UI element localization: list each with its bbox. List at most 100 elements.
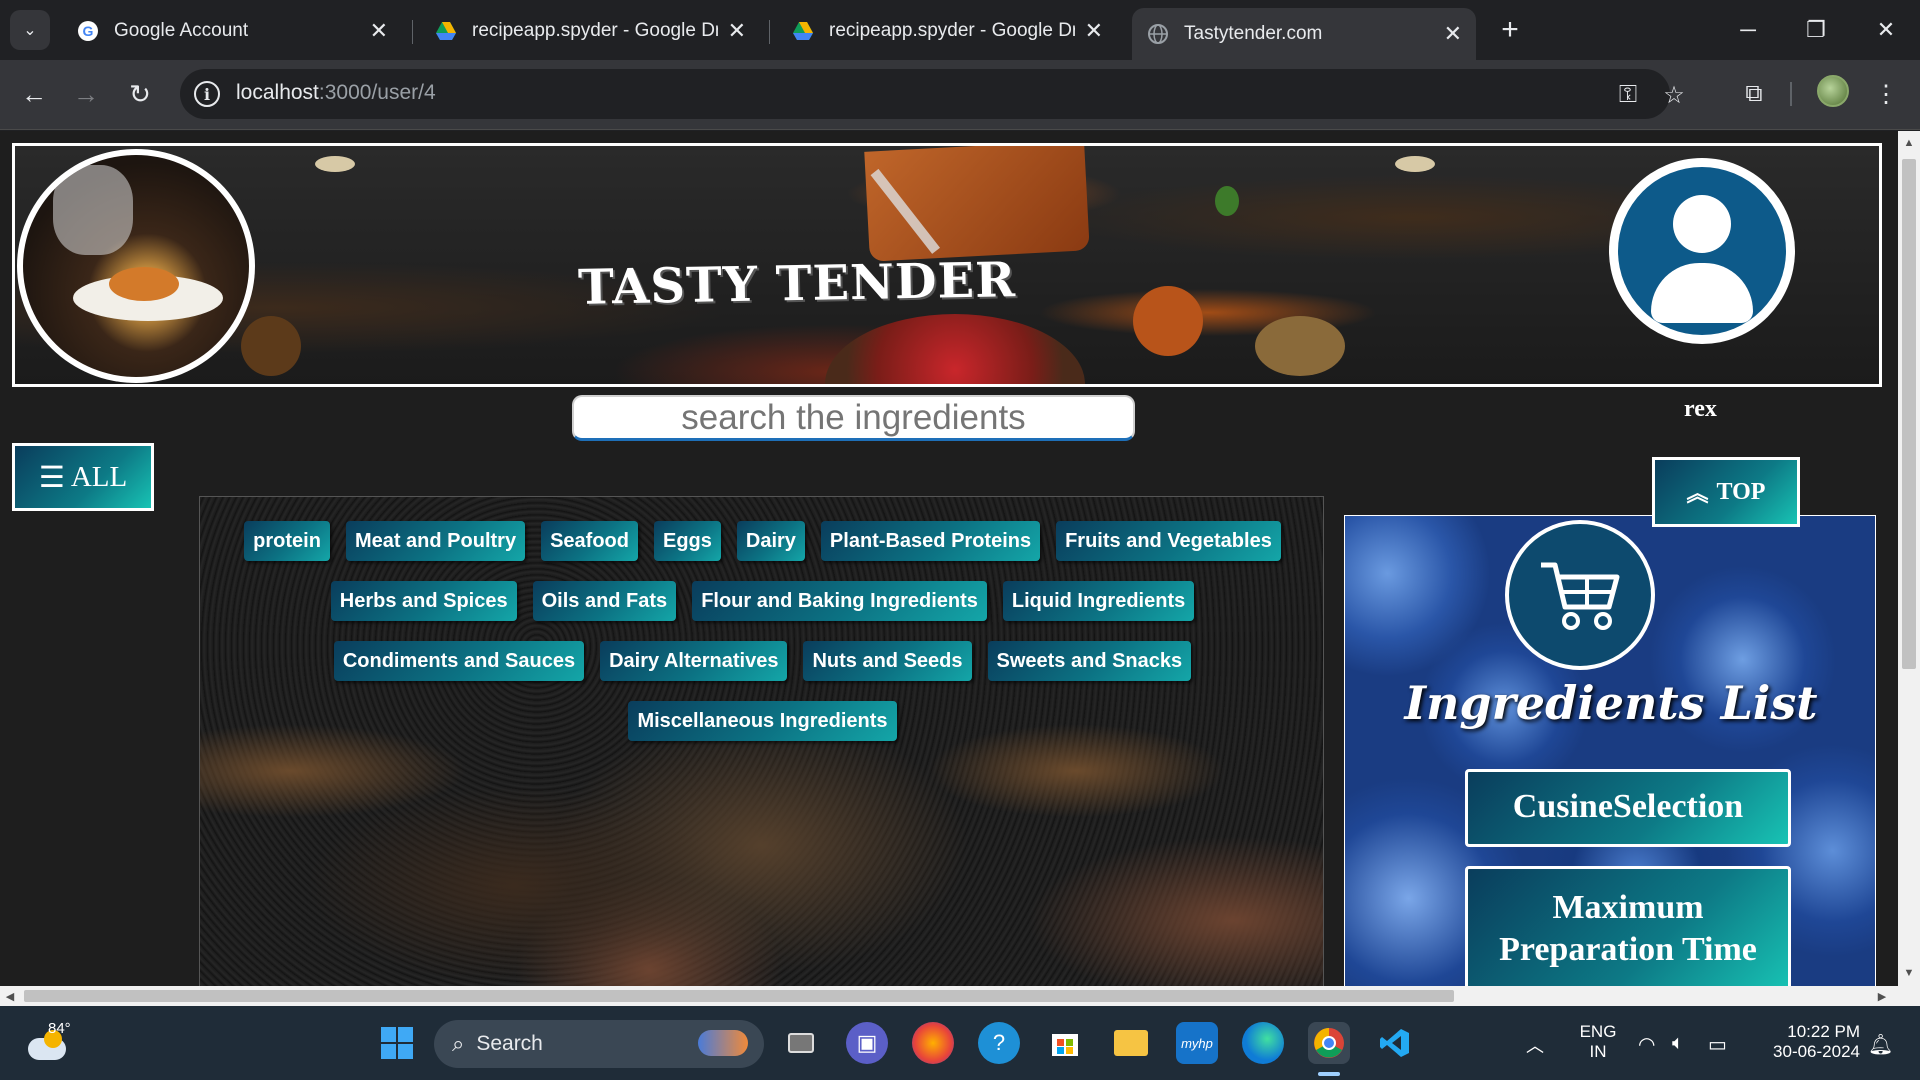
category-button[interactable]: Oils and Fats <box>532 581 677 621</box>
file-explorer-icon[interactable] <box>1110 1022 1152 1064</box>
category-button[interactable]: Fruits and Vegetables <box>1056 521 1281 561</box>
edge-icon[interactable] <box>1242 1022 1284 1064</box>
tab-title: Tastytender.com <box>1184 23 1323 44</box>
category-button[interactable]: protein <box>244 521 330 561</box>
language-indicator[interactable]: ENG IN <box>1578 1022 1618 1062</box>
category-button[interactable]: Eggs <box>653 521 721 561</box>
category-button[interactable]: Plant-Based Proteins <box>820 521 1041 561</box>
chef-logo-image <box>17 149 255 383</box>
cuisine-selection-button[interactable]: CusineSelection <box>1465 769 1791 847</box>
notification-bell-icon[interactable]: 🔔︎ <box>1868 1032 1893 1057</box>
extensions-puzzle-icon[interactable]: ⧉ <box>1736 76 1772 112</box>
weather-widget[interactable]: 84° <box>24 1020 94 1068</box>
vscode-icon[interactable] <box>1374 1022 1416 1064</box>
close-window-button[interactable]: ✕ <box>1856 8 1916 52</box>
teams-chat-icon[interactable]: ▣ <box>846 1022 888 1064</box>
minimize-button[interactable]: ─ <box>1718 8 1778 52</box>
hamburger-icon: ☰ <box>38 461 65 494</box>
drive-icon <box>791 19 815 43</box>
active-app-indicator <box>1318 1072 1340 1076</box>
ingredient-search-input[interactable] <box>572 395 1135 441</box>
windows-icon <box>381 1027 413 1059</box>
close-icon[interactable]: ✕ <box>1085 18 1103 44</box>
max-prep-time-button[interactable]: Maximum Preparation Time <box>1465 866 1791 986</box>
double-chevron-up-icon: ︽ <box>1686 481 1709 506</box>
user-avatar[interactable] <box>1609 158 1795 344</box>
tab-search-button[interactable]: ⌄ <box>10 10 50 50</box>
arrow-right-icon: → <box>73 78 99 109</box>
new-tab-button[interactable]: + <box>1492 12 1528 48</box>
shopping-cart-icon[interactable] <box>1505 520 1655 670</box>
clock[interactable]: 10:22 PM 30-06-2024 <box>1760 1022 1860 1062</box>
tab-drive-2[interactable]: recipeapp.spyder - Google Drive ✕ <box>777 8 1117 54</box>
close-icon[interactable]: ✕ <box>728 18 746 44</box>
get-help-icon[interactable]: ? <box>978 1022 1020 1064</box>
restore-button[interactable]: ❐ <box>1786 8 1846 52</box>
wifi-icon[interactable]: ◠ <box>1638 1032 1655 1057</box>
scroll-top-button[interactable]: ︽ TOP <box>1652 457 1800 527</box>
reload-button[interactable]: ↻ <box>120 74 160 114</box>
category-button[interactable]: Dairy Alternatives <box>600 641 788 681</box>
battery-icon[interactable]: ▭ <box>1708 1032 1727 1057</box>
category-button[interactable]: Sweets and Snacks <box>987 641 1192 681</box>
category-button[interactable]: Condiments and Sauces <box>333 641 585 681</box>
taskbar-search[interactable]: ⌕ Search <box>434 1020 764 1068</box>
url-host: localhost <box>236 81 319 104</box>
kebab-menu-icon[interactable]: ⋮ <box>1868 76 1904 112</box>
forward-button[interactable]: → <box>66 74 106 114</box>
vertical-scrollbar[interactable]: ▲ ▼ <box>1898 131 1920 986</box>
site-info-icon[interactable]: i <box>194 81 220 107</box>
category-button[interactable]: Herbs and Spices <box>330 581 517 621</box>
category-button[interactable]: Meat and Poultry <box>345 521 526 561</box>
browser-tab-bar: ⌄ G Google Account ✕ recipeapp.spyder - … <box>0 0 1920 60</box>
category-button[interactable]: Seafood <box>541 521 638 561</box>
user-icon-head <box>1673 195 1731 253</box>
category-button[interactable]: Liquid Ingredients <box>1002 581 1195 621</box>
close-icon[interactable]: ✕ <box>370 18 388 44</box>
address-bar[interactable]: i localhost:3000/user/4 ⚿ ☆ <box>180 69 1685 119</box>
category-button[interactable]: Flour and Baking Ingredients <box>692 581 987 621</box>
tab-drive-1[interactable]: recipeapp.spyder - Google Drive ✕ <box>420 8 760 54</box>
scrollbar-thumb[interactable] <box>24 990 1454 1002</box>
seed-decor <box>315 156 355 172</box>
firefox-icon[interactable] <box>912 1022 954 1064</box>
tab-tastytender[interactable]: Tastytender.com ✕ <box>1132 8 1476 60</box>
category-row: Condiments and Sauces Dairy Alternatives… <box>200 641 1323 681</box>
lang-region: IN <box>1589 1042 1607 1061</box>
back-button[interactable]: ← <box>14 74 54 114</box>
bookmark-star-icon[interactable]: ☆ <box>1658 79 1690 111</box>
scroll-right-arrow-icon[interactable]: ▶ <box>1872 986 1892 1006</box>
search-highlight-icon <box>698 1030 748 1056</box>
close-icon: ✕ <box>1876 17 1896 42</box>
category-button[interactable]: Miscellaneous Ingredients <box>628 701 897 741</box>
close-icon[interactable]: ✕ <box>1444 21 1462 47</box>
scrollbar-thumb[interactable] <box>1902 159 1916 669</box>
reload-icon: ↻ <box>129 78 151 109</box>
clock-time: 10:22 PM <box>1787 1022 1860 1041</box>
tab-title: recipeapp.spyder - Google Drive <box>829 20 1075 41</box>
myhp-icon[interactable]: myhp <box>1176 1022 1218 1064</box>
volume-icon[interactable]: 🔈︎ <box>1672 1032 1684 1055</box>
tab-separator <box>769 20 770 44</box>
tab-google-account[interactable]: G Google Account ✕ <box>62 8 402 54</box>
horizontal-scrollbar[interactable]: ◀ ▶ <box>0 986 1920 1006</box>
google-icon: G <box>76 19 100 43</box>
scroll-left-arrow-icon[interactable]: ◀ <box>0 986 20 1006</box>
scroll-up-arrow-icon[interactable]: ▲ <box>1898 133 1920 153</box>
microsoft-store-icon[interactable] <box>1044 1022 1086 1064</box>
category-button[interactable]: Nuts and Seeds <box>803 641 972 681</box>
chrome-icon[interactable] <box>1308 1022 1350 1064</box>
search-icon: ⌕ <box>452 1031 465 1056</box>
ingredients-list-title: Ingredients List <box>1404 676 1818 730</box>
password-key-icon[interactable]: ⚿ <box>1612 79 1644 111</box>
start-button[interactable] <box>376 1022 418 1064</box>
spice-pile-decor <box>241 316 301 376</box>
task-view-icon[interactable] <box>780 1022 822 1064</box>
all-menu-button[interactable]: ☰ ALL <box>12 443 154 511</box>
tray-overflow-chevron-icon[interactable]: ︿ <box>1526 1032 1544 1058</box>
category-button[interactable]: Dairy <box>736 521 805 561</box>
profile-avatar[interactable] <box>1817 75 1849 107</box>
all-button-label: ALL <box>70 460 128 493</box>
scroll-down-arrow-icon[interactable]: ▼ <box>1898 963 1920 983</box>
username-label: rex <box>1684 396 1717 422</box>
